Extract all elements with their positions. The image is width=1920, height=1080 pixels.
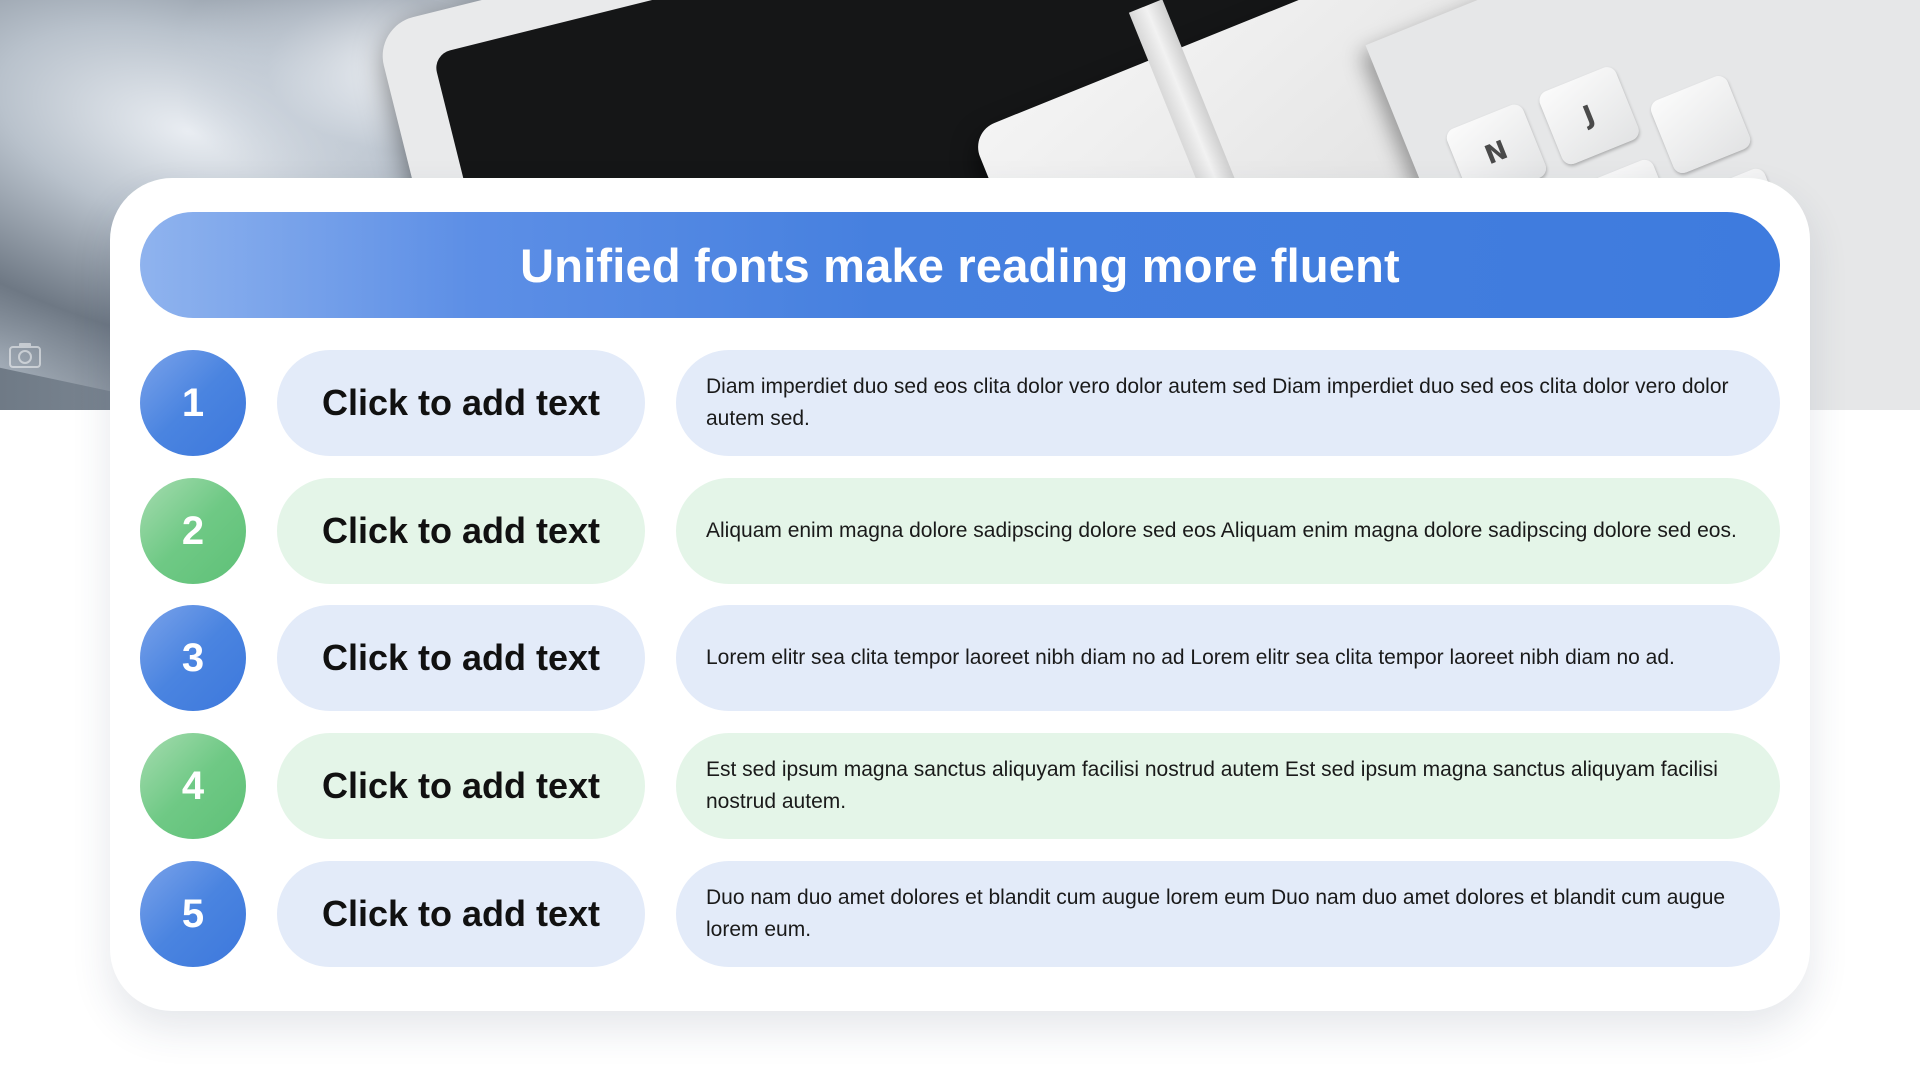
list-item: 2 Click to add text Aliquam enim magna d… (140, 478, 1780, 584)
list-item: 1 Click to add text Diam imperdiet duo s… (140, 350, 1780, 456)
label-pill[interactable]: Click to add text (277, 478, 645, 584)
description-text[interactable]: Diam imperdiet duo sed eos clita dolor v… (706, 371, 1750, 435)
number-badge: 3 (140, 605, 246, 711)
description-pill[interactable]: Lorem elitr sea clita tempor laoreet nib… (676, 605, 1780, 711)
slide: N M J Unified fonts make reading more fl… (0, 0, 1920, 1080)
label-pill[interactable]: Click to add text (277, 605, 645, 711)
number-badge: 4 (140, 733, 246, 839)
label-pill[interactable]: Click to add text (277, 733, 645, 839)
keyboard-key: J (1536, 64, 1642, 168)
number-badge-text: 5 (181, 891, 205, 936)
number-badge-text: 4 (181, 763, 205, 808)
number-badge: 5 (140, 861, 246, 967)
keyboard-key (1647, 73, 1754, 177)
number-badge: 2 (140, 478, 246, 584)
label-text[interactable]: Click to add text (322, 637, 600, 679)
description-text[interactable]: Est sed ipsum magna sanctus aliquyam fac… (706, 754, 1750, 818)
list-item: 3 Click to add text Lorem elitr sea clit… (140, 605, 1780, 711)
list-item: 4 Click to add text Est sed ipsum magna … (140, 733, 1780, 839)
number-badge-text: 1 (181, 380, 205, 425)
label-text[interactable]: Click to add text (322, 893, 600, 935)
camera-icon (9, 343, 41, 368)
label-pill[interactable]: Click to add text (277, 861, 645, 967)
number-badge-text: 2 (181, 508, 205, 553)
description-pill[interactable]: Est sed ipsum magna sanctus aliquyam fac… (676, 733, 1780, 839)
description-pill[interactable]: Duo nam duo amet dolores et blandit cum … (676, 861, 1780, 967)
description-pill[interactable]: Diam imperdiet duo sed eos clita dolor v… (676, 350, 1780, 456)
list-item: 5 Click to add text Duo nam duo amet dol… (140, 861, 1780, 967)
description-pill[interactable]: Aliquam enim magna dolore sadipscing dol… (676, 478, 1780, 584)
slide-title[interactable]: Unified fonts make reading more fluent (520, 238, 1400, 293)
description-text[interactable]: Lorem elitr sea clita tempor laoreet nib… (706, 642, 1675, 674)
title-bar: Unified fonts make reading more fluent (140, 212, 1780, 318)
description-text[interactable]: Duo nam duo amet dolores et blandit cum … (706, 882, 1750, 946)
label-text[interactable]: Click to add text (322, 765, 600, 807)
number-badge: 1 (140, 350, 246, 456)
label-pill[interactable]: Click to add text (277, 350, 645, 456)
description-text[interactable]: Aliquam enim magna dolore sadipscing dol… (706, 515, 1737, 547)
label-text[interactable]: Click to add text (322, 382, 600, 424)
label-text[interactable]: Click to add text (322, 510, 600, 552)
number-badge-text: 3 (181, 635, 205, 680)
